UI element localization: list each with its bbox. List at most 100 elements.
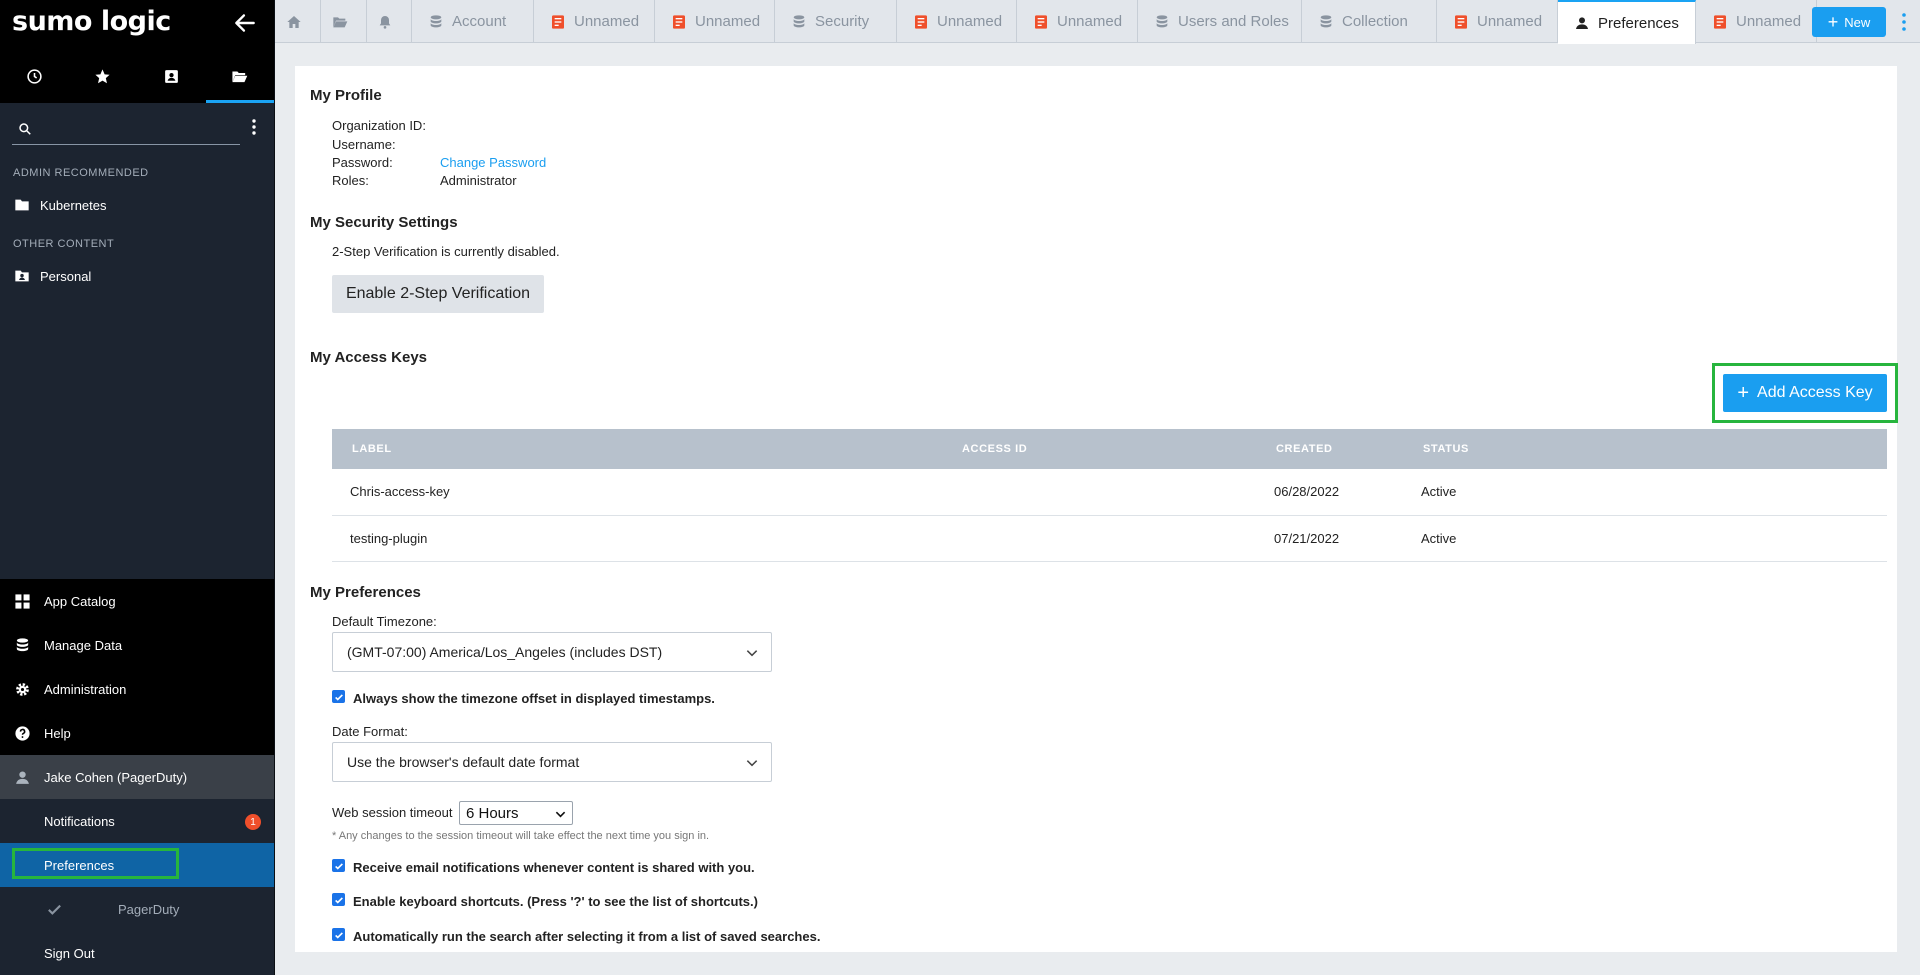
date-format-value: Use the browser's default date format	[347, 754, 580, 770]
key-label-cell: Chris-access-key	[332, 469, 942, 516]
database-icon	[791, 14, 807, 30]
add-access-key-label: Add Access Key	[1757, 384, 1873, 401]
column-label[interactable]: LABEL	[332, 429, 942, 469]
folder-icon	[12, 195, 32, 215]
notification-badge: 1	[245, 814, 261, 830]
show-offset-checkbox[interactable]	[332, 690, 345, 703]
document-icon	[1712, 14, 1728, 30]
keyboard-shortcuts-checkbox[interactable]	[332, 893, 345, 906]
nav-preferences[interactable]: Preferences	[0, 843, 274, 887]
sidebar-item-personal[interactable]: Personal	[0, 261, 274, 291]
tab-label: Unnamed	[1477, 13, 1543, 30]
key-created-cell: 06/28/2022	[1256, 469, 1403, 516]
add-access-key-highlight: + Add Access Key	[1712, 363, 1898, 423]
table-row[interactable]: testing-plugin 07/21/2022 Active	[332, 515, 1887, 562]
sidebar-search-input[interactable]	[12, 113, 240, 145]
sidebar-item-label: Personal	[40, 268, 92, 284]
nav-notifications[interactable]: Notifications 1	[0, 799, 274, 843]
tab-account[interactable]: Account	[412, 0, 534, 43]
username-label: Username:	[332, 137, 396, 152]
column-created[interactable]: CREATED	[1256, 429, 1403, 469]
preferences-panel: My Profile Organization ID: Username: Pa…	[295, 66, 1898, 952]
nav-help[interactable]: Help	[0, 711, 274, 755]
tab-users-and-roles[interactable]: Users and Roles	[1138, 0, 1302, 43]
folder-open-icon	[232, 71, 248, 82]
nav-manage-data[interactable]: Manage Data	[0, 623, 274, 667]
key-status-cell: Active	[1403, 515, 1887, 562]
auto-run-label: Automatically run the search after selec…	[353, 929, 821, 944]
tab-unnamed-4[interactable]: Unnamed	[1017, 0, 1138, 43]
auto-run-checkbox[interactable]	[332, 928, 345, 941]
tab-collection[interactable]: Collection	[1302, 0, 1437, 43]
tab-unnamed-6[interactable]: Unnamed	[1696, 0, 1817, 43]
key-access-id-cell	[942, 515, 1256, 562]
nav-label: Notifications	[44, 813, 115, 829]
plus-icon: +	[1827, 12, 1839, 32]
date-format-select[interactable]: Use the browser's default date format	[332, 742, 772, 782]
new-button[interactable]: + New	[1812, 7, 1886, 37]
table-header-row: LABEL ACCESS ID CREATED STATUS	[332, 429, 1887, 469]
tab-security[interactable]: Security	[775, 0, 897, 43]
document-icon	[550, 14, 566, 30]
nav-sign-out[interactable]: Sign Out	[0, 931, 274, 975]
tab-recent[interactable]	[0, 52, 69, 100]
tab-home[interactable]	[275, 0, 321, 43]
session-timeout-select[interactable]: 6 Hours	[459, 801, 573, 825]
tab-bar: Account Unnamed Unnamed Security Unnamed…	[275, 0, 1920, 44]
sidebar-header: sumo logic	[0, 0, 274, 103]
tab-unnamed-1[interactable]: Unnamed	[534, 0, 655, 43]
tab-library[interactable]	[321, 0, 367, 43]
column-access-id[interactable]: ACCESS ID	[942, 429, 1256, 469]
tab-label: Unnamed	[937, 13, 1003, 30]
key-status-cell: Active	[1403, 469, 1887, 516]
tab-alerts[interactable]	[367, 0, 412, 43]
nav-app-catalog[interactable]: App Catalog	[0, 579, 274, 623]
chevron-down-icon	[746, 760, 758, 767]
tab-preferences[interactable]: Preferences	[1558, 0, 1696, 44]
add-access-key-button[interactable]: + Add Access Key	[1723, 374, 1887, 412]
database-icon	[428, 14, 444, 30]
tab-unnamed-5[interactable]: Unnamed	[1437, 0, 1558, 43]
tab-favorites[interactable]	[69, 52, 138, 100]
roles-value: Administrator	[440, 173, 517, 188]
access-keys-table: LABEL ACCESS ID CREATED STATUS Chris-acc…	[332, 429, 1887, 562]
enable-2-step-button[interactable]: Enable 2-Step Verification	[332, 275, 544, 313]
nav-label: Administration	[44, 681, 127, 697]
shared-folder-icon	[164, 69, 178, 83]
timezone-select[interactable]: (GMT-07:00) America/Los_Angeles (include…	[332, 632, 772, 672]
tab-unnamed-3[interactable]: Unnamed	[897, 0, 1017, 43]
sidebar-options-icon[interactable]	[248, 118, 260, 136]
table-row[interactable]: Chris-access-key 06/28/2022 Active	[332, 469, 1887, 516]
email-notify-checkbox[interactable]	[332, 859, 345, 872]
logo: sumo logic	[12, 6, 171, 37]
nav-label: Manage Data	[44, 637, 123, 653]
tab-label: Unnamed	[1736, 13, 1802, 30]
database-icon	[12, 635, 32, 655]
tabs-options-icon[interactable]	[1898, 12, 1910, 32]
sidebar-item-kubernetes[interactable]: Kubernetes	[0, 190, 274, 220]
nav-label: PagerDuty	[118, 901, 180, 917]
nav-user-account[interactable]: Jake Cohen (PagerDuty)	[0, 755, 274, 799]
keyboard-shortcuts-label: Enable keyboard shortcuts. (Press '?' to…	[353, 894, 758, 909]
keyboard-shortcuts-checkbox-row: Enable keyboard shortcuts. (Press '?' to…	[332, 893, 758, 909]
sidebar: sumo logic ADMIN RECOMMENDED Kubernetes	[0, 0, 275, 975]
database-icon	[1154, 14, 1170, 30]
section-other-content: OTHER CONTENT	[13, 238, 115, 250]
document-icon	[1453, 14, 1469, 30]
tab-library[interactable]	[205, 52, 275, 103]
sidebar-main-nav: App Catalog Manage Data Administration H…	[0, 579, 274, 975]
nav-label: App Catalog	[44, 593, 116, 609]
key-label-cell: testing-plugin	[332, 515, 942, 562]
document-icon	[913, 14, 929, 30]
nav-administration[interactable]: Administration	[0, 667, 274, 711]
tab-unnamed-2[interactable]: Unnamed	[655, 0, 775, 43]
column-status[interactable]: STATUS	[1403, 429, 1887, 469]
tab-shared[interactable]	[137, 52, 206, 100]
session-timeout-value: 6 Hours	[466, 804, 519, 822]
nav-pagerduty-org[interactable]: PagerDuty	[0, 887, 274, 931]
collapse-sidebar-icon[interactable]	[232, 10, 258, 36]
key-created-cell: 07/21/2022	[1256, 515, 1403, 562]
access-keys-title: My Access Keys	[310, 349, 428, 366]
change-password-link[interactable]: Change Password	[440, 155, 546, 170]
email-notify-checkbox-row: Receive email notifications whenever con…	[332, 859, 755, 875]
